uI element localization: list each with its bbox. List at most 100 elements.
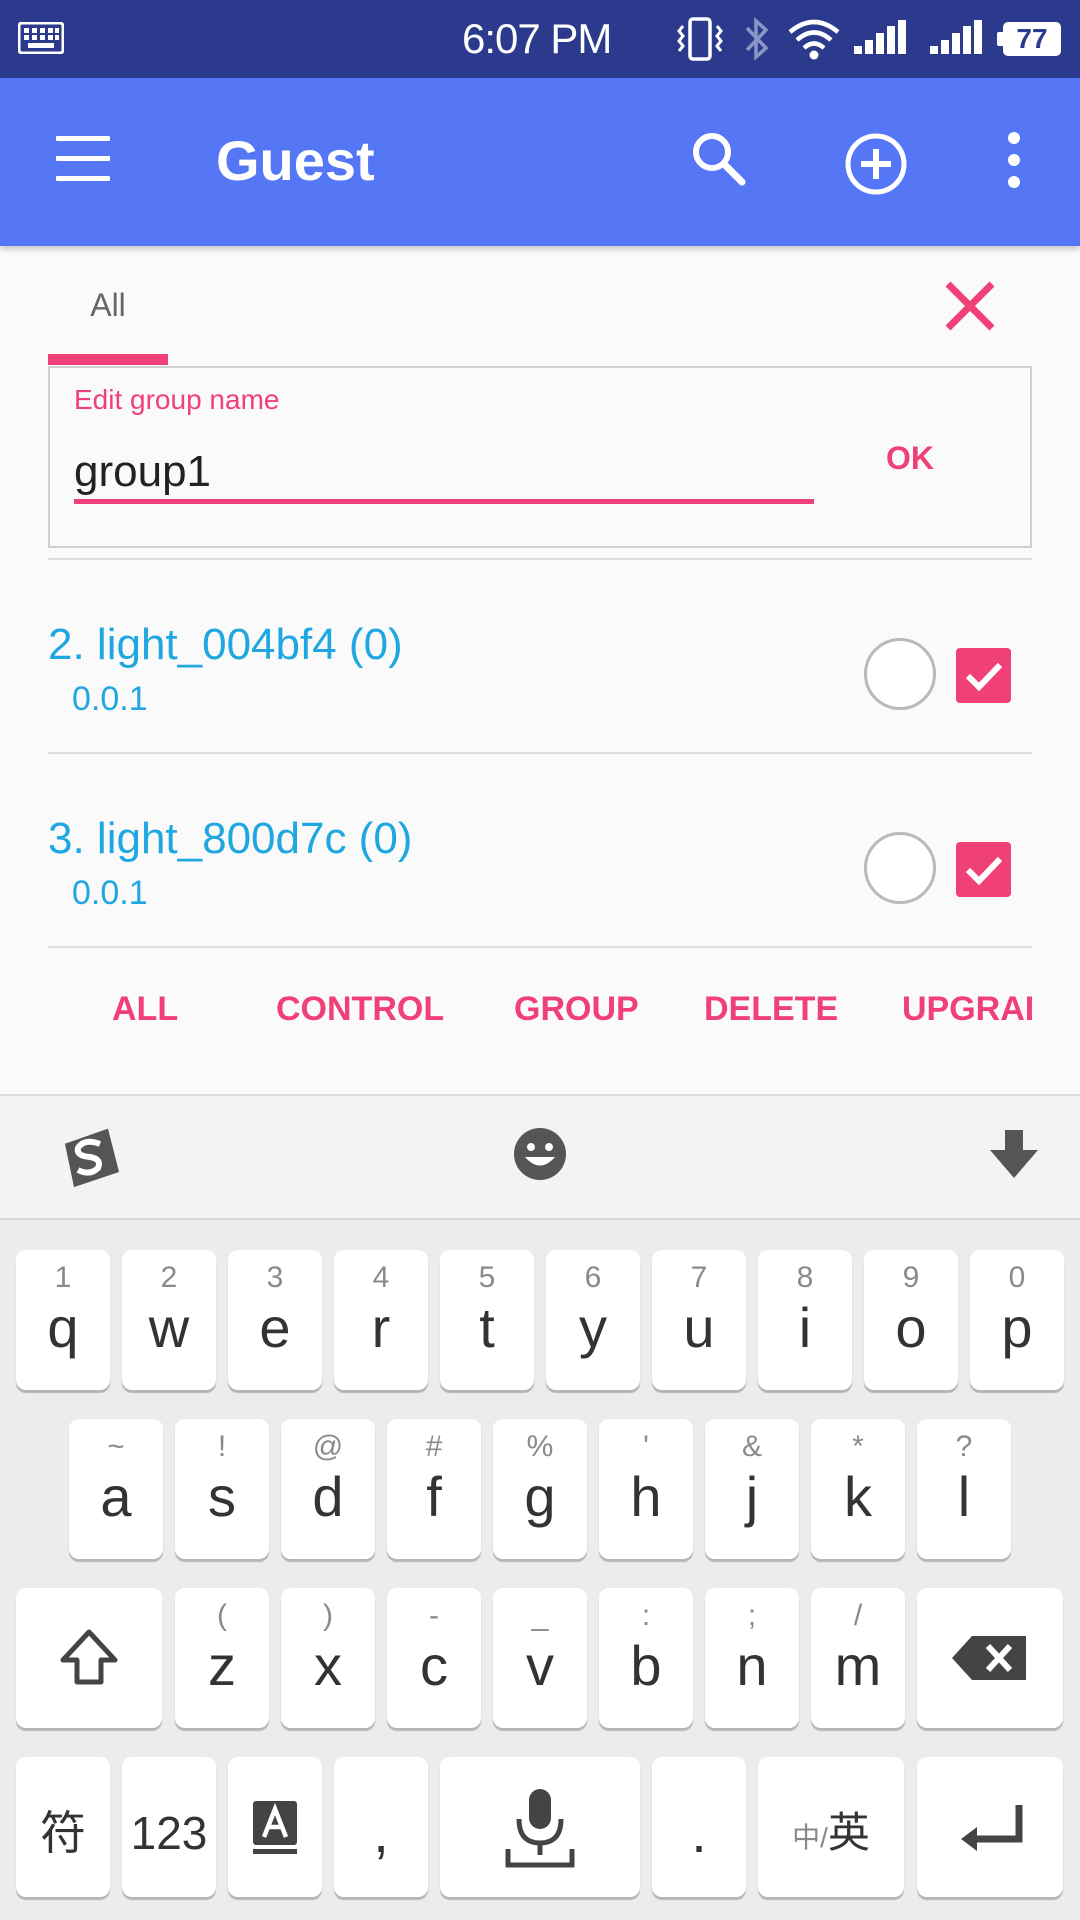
divider	[48, 946, 1032, 948]
key-j[interactable]: & j	[705, 1419, 799, 1559]
key-t[interactable]: 5t	[440, 1250, 534, 1390]
device-radio[interactable]	[864, 638, 936, 710]
hide-keyboard-icon[interactable]	[988, 1128, 1040, 1182]
key-sub: !	[217, 1430, 227, 1463]
key-label: n	[736, 1634, 768, 1697]
lang-big: 英	[827, 1809, 870, 1856]
key-u[interactable]: 7u	[652, 1250, 746, 1390]
key-label: 123	[130, 1807, 208, 1859]
key-label: e	[259, 1296, 291, 1359]
key-sub: /	[853, 1599, 863, 1632]
key-label: z	[208, 1634, 236, 1697]
key-y[interactable]: 6y	[546, 1250, 640, 1390]
key-c[interactable]: -c	[387, 1588, 481, 1728]
key-label: v	[526, 1634, 554, 1697]
keyboard: 1q 2w 3e 4r 5t 6y 7u 8i 9o 0p ~ a ! s @ d #…	[0, 1220, 1080, 1920]
key-o[interactable]: 9o	[864, 1250, 958, 1390]
language-key[interactable]: 中/英	[758, 1757, 904, 1897]
key-n[interactable]: ; n	[705, 1588, 799, 1728]
status-time: 6:07 PM	[462, 15, 612, 62]
device-checkbox[interactable]	[956, 648, 1011, 703]
key-label: s	[208, 1465, 236, 1528]
key-x[interactable]: ) x	[281, 1588, 375, 1728]
device-version: 0.0.1	[72, 680, 148, 718]
space-key[interactable]	[440, 1757, 640, 1897]
group-name-input[interactable]	[74, 444, 814, 504]
key-g[interactable]: % g	[493, 1419, 587, 1559]
key-w[interactable]: 2w	[122, 1250, 216, 1390]
comma-key[interactable]: ,	[334, 1757, 428, 1897]
key-h[interactable]: ' h	[599, 1419, 693, 1559]
signal-icon	[854, 20, 906, 54]
key-k[interactable]: * k	[811, 1419, 905, 1559]
key-label: ,	[373, 1801, 389, 1864]
key-z[interactable]: (z	[175, 1588, 269, 1728]
key-r[interactable]: 4r	[334, 1250, 428, 1390]
key-label: o	[895, 1296, 927, 1359]
key-l[interactable]: ? l	[917, 1419, 1011, 1559]
key-sub: '	[643, 1430, 649, 1463]
upgrade-button[interactable]: UPGRAD	[902, 990, 1032, 1029]
handwriting-key[interactable]	[228, 1757, 322, 1897]
page-title: Guest	[216, 129, 375, 192]
ok-button[interactable]: OK	[886, 440, 934, 477]
key-sub: (	[217, 1599, 227, 1632]
tab-all[interactable]: All	[48, 280, 168, 366]
key-sub: %	[526, 1430, 554, 1463]
key-e[interactable]: 3e	[228, 1250, 322, 1390]
divider	[48, 752, 1032, 754]
key-label: i	[798, 1296, 812, 1359]
key-label: t	[479, 1296, 495, 1359]
key-m[interactable]: / m	[811, 1588, 905, 1728]
status-bar: 6:07 PM 77	[0, 0, 1080, 78]
tab-indicator	[48, 354, 168, 365]
group-button[interactable]: GROUP	[514, 990, 639, 1029]
key-i[interactable]: 8i	[758, 1250, 852, 1390]
key-label: x	[314, 1634, 342, 1697]
action-bar: ALL CONTROL GROUP DELETE UPGRAD	[0, 990, 1080, 1050]
search-icon[interactable]	[690, 130, 748, 188]
symbols-key[interactable]: 符	[16, 1757, 110, 1897]
numbers-key[interactable]: 123	[122, 1757, 216, 1897]
key-f[interactable]: # f	[387, 1419, 481, 1559]
edit-group-panel: Edit group name OK	[48, 366, 1032, 548]
device-version: 0.0.1	[72, 874, 148, 912]
period-key[interactable]: .	[652, 1757, 746, 1897]
key-p[interactable]: 0p	[970, 1250, 1064, 1390]
key-q[interactable]: 1q	[16, 1250, 110, 1390]
more-vert-icon[interactable]	[1000, 130, 1028, 190]
close-icon[interactable]	[940, 276, 1000, 336]
key-s[interactable]: ! s	[175, 1419, 269, 1559]
key-label: y	[579, 1296, 607, 1359]
key-label: d	[312, 1465, 344, 1528]
key-sub: *	[852, 1430, 864, 1463]
battery-level: 77	[997, 22, 1061, 56]
key-label: g	[524, 1465, 556, 1528]
key-sub: 3	[266, 1261, 284, 1294]
key-sub: @	[312, 1430, 344, 1463]
key-d[interactable]: @ d	[281, 1419, 375, 1559]
delete-button[interactable]: DELETE	[704, 990, 838, 1029]
key-sub: 1	[54, 1261, 72, 1294]
key-v[interactable]: _ v	[493, 1588, 587, 1728]
key-sub: :	[641, 1599, 651, 1632]
key-sub: _	[531, 1599, 549, 1632]
key-a[interactable]: ~ a	[69, 1419, 163, 1559]
menu-icon[interactable]	[52, 134, 112, 184]
device-checkbox[interactable]	[956, 842, 1011, 897]
key-sub: ?	[955, 1430, 973, 1463]
key-b[interactable]: :b	[599, 1588, 693, 1728]
language-label: 中/英	[758, 1801, 904, 1870]
enter-key[interactable]	[917, 1757, 1063, 1897]
shift-key[interactable]	[16, 1588, 162, 1728]
emoji-icon[interactable]	[512, 1126, 568, 1182]
enter-icon	[961, 1805, 1023, 1851]
sogou-logo-icon[interactable]	[56, 1126, 124, 1190]
all-button[interactable]: ALL	[112, 990, 178, 1029]
device-radio[interactable]	[864, 832, 936, 904]
check-icon	[965, 856, 1003, 886]
add-circle-icon[interactable]	[844, 132, 908, 196]
key-label: k	[844, 1465, 872, 1528]
backspace-key[interactable]	[917, 1588, 1063, 1728]
control-button[interactable]: CONTROL	[276, 990, 444, 1029]
